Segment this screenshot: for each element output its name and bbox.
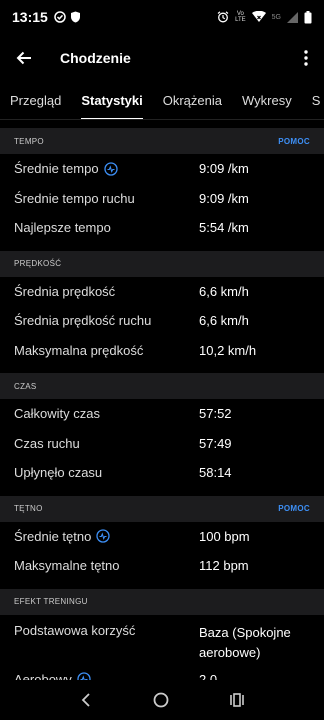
status-time: 13:15 [12,9,48,25]
network-type: 5G [271,13,281,21]
stat-label: Średnie tętno [14,528,92,544]
stat-label: Aerobowy [14,671,72,680]
stat-row-aerobic: Aerobowy 2,0 [0,665,324,680]
stat-label: Maksymalna prędkość [14,342,144,358]
section-header-hr: TĘTNO POMOC [0,495,324,522]
stat-value-line: aerobowe) [199,644,261,660]
stat-value: 100 bpm [199,528,250,544]
stat-value: Baza (Spokojne aerobowe) [199,623,291,663]
stat-value: 6,6 km/h [199,283,249,299]
section-header-tempo: TEMPO POMOC [0,128,324,154]
stat-value: 2,0 [199,671,218,680]
nav-home-icon[interactable] [153,692,169,708]
section-header-speed: PRĘDKOŚĆ [0,250,324,277]
volte-indicator: Vo LTE [235,11,246,23]
back-button[interactable] [0,36,48,80]
stat-label: Maksymalne tętno [14,558,120,574]
section-title: EFEKT TRENINGU [14,597,88,606]
stat-label: Podstawowa korzyść [14,622,136,638]
stat-value: 9:09 /km [199,190,249,206]
check-circle-icon [54,11,66,23]
stat-row-max-hr: Maksymalne tętno 112 bpm [0,551,324,581]
stat-value: 58:14 [199,465,232,481]
page-title: Chodzenie [60,50,131,66]
shield-icon [70,11,80,23]
stat-row-avg-speed: Średnia prędkość 6,6 km/h [0,277,324,307]
nav-recents-icon[interactable] [229,693,244,707]
stat-value: 112 bpm [199,558,249,574]
stat-value: 9:09 /km [199,161,249,177]
battery-icon [304,10,312,23]
stat-row-elapsed-time: Upłynęło czasu 58:14 [0,458,324,488]
stat-label: Czas ruchu [14,435,80,451]
stat-label-container: Średnie tętno [14,529,199,544]
tab-bar: Przegląd Statystyki Okrążenia Wykresy S [0,84,324,120]
more-vert-icon [304,50,308,66]
stat-row-moving-time: Czas ruchu 57:49 [0,429,324,459]
stat-value-line: Baza (Spokojne [199,624,291,640]
tab-przeglad[interactable]: Przegląd [0,84,71,119]
info-icon[interactable] [77,672,91,680]
stat-value: 5:54 /km [199,220,249,236]
section-title: CZAS [14,381,37,391]
section-header-training: EFEKT TRENINGU [0,588,324,615]
info-icon[interactable] [96,529,110,543]
section-title: PRĘDKOŚĆ [14,259,62,268]
tab-statystyki[interactable]: Statystyki [71,84,152,119]
stat-row-avg-hr: Średnie tętno 100 bpm [0,522,324,552]
signal-icon [287,11,298,23]
info-icon[interactable] [103,162,118,176]
volte-bottom: LTE [235,17,246,23]
stat-label: Średnie tempo ruchu [14,190,135,206]
stat-row-primary-benefit: Podstawowa korzyść Baza (Spokojne aerobo… [0,615,324,665]
stat-label-container: Aerobowy [14,672,199,680]
status-right-icons: Vo LTE 5G [217,10,312,24]
more-options-button[interactable] [288,36,324,80]
tab-s-partial[interactable]: S [302,84,324,119]
system-nav-bar [0,680,324,720]
stat-row-avg-moving-pace: Średnie tempo ruchu 9:09 /km [0,184,324,214]
section-title: TEMPO [14,136,44,146]
section-title: TĘTNO [14,504,43,513]
stat-row-avg-moving-speed: Średnia prędkość ruchu 6,6 km/h [0,306,324,336]
stat-value: 57:52 [199,406,232,422]
stat-row-total-time: Całkowity czas 57:52 [0,399,324,429]
stat-label: Średnia prędkość [14,283,116,299]
stat-label-container: Średnie tempo [14,161,199,176]
back-arrow-icon [16,51,31,65]
wifi-icon [251,11,266,22]
stat-label: Najlepsze tempo [14,220,111,236]
status-left-icons [54,11,81,23]
stat-value: 6,6 km/h [199,313,249,329]
stat-row-avg-pace: Średnie tempo 9:09 /km [0,154,324,184]
stat-value: 10,2 km/h [199,342,257,358]
nav-back-icon[interactable] [80,693,92,707]
tab-okrazenia[interactable]: Okrążenia [153,84,232,119]
help-link-tempo[interactable]: POMOC [278,137,310,146]
alarm-icon [217,11,229,23]
stat-row-max-speed: Maksymalna prędkość 10,2 km/h [0,336,324,366]
stat-label: Średnie tempo [14,161,99,177]
stat-label: Średnia prędkość ruchu [14,313,152,329]
app-bar: Chodzenie [0,36,324,80]
stat-label: Upłynęło czasu [14,465,103,481]
status-bar: 13:15 Vo LTE 5G [0,0,324,34]
stat-row-best-pace: Najlepsze tempo 5:54 /km [0,213,324,243]
tab-wykresy[interactable]: Wykresy [232,84,302,119]
stat-value: 57:49 [199,435,232,451]
section-header-time: CZAS [0,373,324,399]
help-link-hr[interactable]: POMOC [278,504,310,513]
stats-content[interactable]: TEMPO POMOC Średnie tempo 9:09 /km Średn… [0,128,324,680]
stat-label: Całkowity czas [14,406,100,422]
